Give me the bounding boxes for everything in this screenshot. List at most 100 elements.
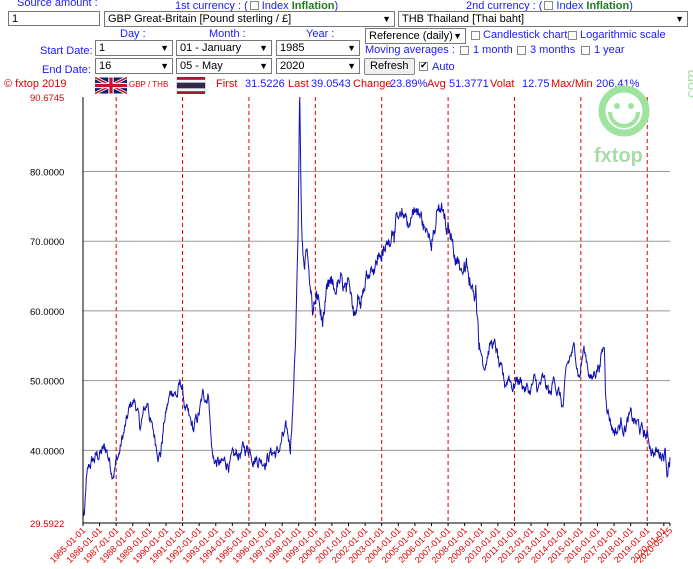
logo-suffix: .com xyxy=(683,69,693,102)
ma-3months-label: 3 months xyxy=(530,44,576,56)
x-tick-label: 1992-01-01 xyxy=(164,525,204,565)
x-tick-label: 1995-01-01 xyxy=(214,525,254,565)
last-label: Last xyxy=(288,78,309,90)
end-day-value: 16 xyxy=(99,60,112,72)
first-index-inflation-checkbox[interactable] xyxy=(249,1,259,10)
first-label: First xyxy=(216,78,238,90)
chevron-down-icon: ▼ xyxy=(259,61,268,71)
first-value: 31.5226 xyxy=(245,78,285,90)
y-tick-label: 29.5922 xyxy=(30,519,64,530)
x-tick-label: 2017-01-01 xyxy=(579,525,619,565)
x-tick-label: 2008-01-01 xyxy=(429,525,469,565)
start-month-select[interactable]: 01 - January ▼ xyxy=(176,40,272,56)
x-tick-label: 2001-01-01 xyxy=(313,525,353,565)
series-line-0 xyxy=(82,96,671,516)
candlestick-checkbox[interactable] xyxy=(471,31,480,40)
start-day-value: 1 xyxy=(99,42,106,54)
start-year-value: 1985 xyxy=(280,42,305,54)
start-year-select[interactable]: 1985 ▼ xyxy=(276,40,360,56)
x-tick-label: 2004-01-01 xyxy=(363,525,403,565)
y-tick-label: 70.0000 xyxy=(30,237,64,248)
change-value: 23.89% xyxy=(390,78,428,90)
maxmin-label: Max/Min xyxy=(551,78,593,90)
end-date-label: End Date: xyxy=(42,64,91,76)
x-tick-label: 2009-01-01 xyxy=(446,525,486,565)
x-tick-label: 2006-01-01 xyxy=(396,525,436,565)
x-tick-label: 2002-01-01 xyxy=(330,525,370,565)
start-date-label: Start Date: xyxy=(40,45,93,57)
second-currency-select[interactable]: THB Thailand [Thai baht] ▼ xyxy=(398,11,688,27)
copyright-text: © fxtop 2019 xyxy=(4,78,67,90)
ma-1month-checkbox[interactable] xyxy=(460,46,469,55)
y-tick-label: 90.6745 xyxy=(30,93,64,104)
end-month-select[interactable]: 05 - May ▼ xyxy=(176,58,272,74)
x-tick-label: 1996-01-01 xyxy=(230,525,270,565)
y-tick-label: 40.0000 xyxy=(30,446,64,457)
chevron-down-icon: ▼ xyxy=(675,14,684,24)
thai-flag-icon xyxy=(176,77,206,94)
x-tick-label: 1986-01-01 xyxy=(64,525,104,565)
start-month-value: 01 - January xyxy=(180,42,242,54)
y-tick-label: 80.0000 xyxy=(30,167,64,178)
x-tick-label: 2013-01-01 xyxy=(512,525,552,565)
x-tick-label: 2010-01-01 xyxy=(463,525,503,565)
x-tick-label: 2019-01-01 xyxy=(612,525,652,565)
start-day-select[interactable]: 1 ▼ xyxy=(95,40,173,56)
ma-3months-checkbox[interactable] xyxy=(517,46,526,55)
x-tick-label: 2003-01-01 xyxy=(346,525,386,565)
ma-1year-checkbox[interactable] xyxy=(581,46,590,55)
x-tick-label: 1990-01-01 xyxy=(131,525,171,565)
x-tick-label: 2012-01-01 xyxy=(496,525,536,565)
first-currency-value: GBP Great-Britain [Pound sterling / £] xyxy=(108,13,292,25)
end-year-select[interactable]: 2020 ▼ xyxy=(276,58,360,74)
x-tick-label: 2020-01-01 xyxy=(629,525,669,565)
candlestick-label: Candlestick chart xyxy=(483,29,568,41)
x-tick-label: 1989-01-01 xyxy=(114,525,154,565)
chevron-down-icon: ▼ xyxy=(453,31,462,41)
end-year-value: 2020 xyxy=(280,60,305,72)
volat-value: 12.75 xyxy=(522,78,550,90)
chevron-down-icon: ▼ xyxy=(347,43,356,53)
x-tick-label: 1985-01-01 xyxy=(48,525,88,565)
x-tick-label: 2007-01-01 xyxy=(413,525,453,565)
avg-label: Avg xyxy=(427,78,446,90)
x-tick-label: 1988-01-01 xyxy=(98,525,138,565)
reference-select[interactable]: Reference (daily) ▼ xyxy=(365,28,466,44)
second-currency-value: THB Thailand [Thai baht] xyxy=(402,13,525,25)
uk-flag-icon xyxy=(94,76,128,95)
source-amount-label: Source amount : xyxy=(17,0,98,9)
x-tick-label: 2016-01-01 xyxy=(562,525,602,565)
ma-1year-label: 1 year xyxy=(594,44,625,56)
auto-checkbox[interactable] xyxy=(419,60,428,71)
x-tick-label: 1994-01-01 xyxy=(197,525,237,565)
log-scale-checkbox[interactable] xyxy=(568,31,577,40)
end-day-select[interactable]: 16 ▼ xyxy=(95,58,173,74)
volat-label: Volat xyxy=(490,78,515,90)
log-scale-label: Logarithmic scale xyxy=(580,29,666,41)
reference-value: Reference (daily) xyxy=(369,30,453,42)
second-index-inflation-checkbox[interactable] xyxy=(544,1,554,10)
day-label: Day : xyxy=(120,28,146,40)
source-amount-input[interactable]: 1 xyxy=(8,11,100,26)
chevron-down-icon: ▼ xyxy=(160,61,169,71)
x-tick-label: 1993-01-01 xyxy=(181,525,221,565)
year-label: Year : xyxy=(306,28,335,40)
x-tick-label: 1998-01-01 xyxy=(264,525,304,565)
x-tick-label: 2014-01-01 xyxy=(529,525,569,565)
first-currency-select[interactable]: GBP Great-Britain [Pound sterling / £] ▼ xyxy=(104,11,395,27)
pair-label: GBP / THB xyxy=(129,80,169,89)
moving-averages-label: Moving averages : xyxy=(365,44,455,56)
ma-1month-label: 1 month xyxy=(473,44,513,56)
maxmin-value: 206.41% xyxy=(596,78,640,90)
x-tick-label: 2005-01-01 xyxy=(380,525,420,565)
x-tick-label: 2020-05-15 xyxy=(635,525,675,565)
refresh-button[interactable]: Refresh xyxy=(364,58,415,75)
x-tick-label: 1991-01-01 xyxy=(147,525,187,565)
x-tick-label: 1997-01-01 xyxy=(247,525,287,565)
y-tick-label: 60.0000 xyxy=(30,307,64,318)
chevron-down-icon: ▼ xyxy=(347,61,356,71)
last-value: 39.0543 xyxy=(311,78,351,90)
x-tick-label: 1987-01-01 xyxy=(81,525,121,565)
chevron-down-icon: ▼ xyxy=(382,14,391,24)
month-label: Month : xyxy=(209,28,246,40)
